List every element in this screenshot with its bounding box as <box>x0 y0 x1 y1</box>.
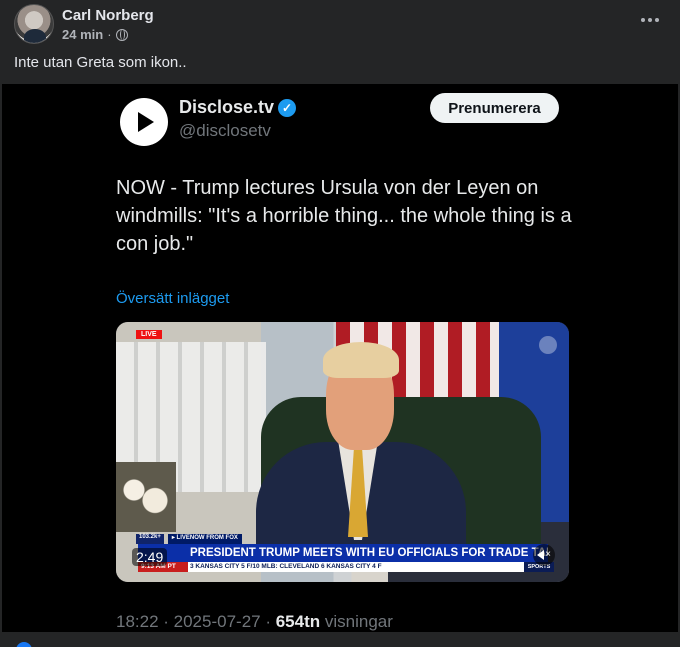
more-options-button[interactable] <box>638 12 662 28</box>
subscribe-button[interactable]: Prenumerera <box>430 93 559 123</box>
reactions-bar <box>0 632 680 647</box>
mute-icon[interactable] <box>533 544 555 566</box>
source-badge: ▸ LIVENOW FROM FOX <box>167 534 242 544</box>
post-meta: 24 min · <box>62 27 128 42</box>
translate-link[interactable]: Översätt inlägget <box>116 290 229 307</box>
video-hair <box>323 342 399 378</box>
embedded-tweet[interactable]: Disclose.tv ✓ @disclosetv Prenumerera NO… <box>2 84 678 632</box>
post-header: Carl Norberg 24 min · <box>14 4 670 46</box>
post-time[interactable]: 24 min <box>62 27 103 42</box>
news-headline: PRESIDENT TRUMP MEETS WITH EU OFFICIALS … <box>138 544 548 562</box>
video-watermark-icon <box>539 336 557 354</box>
globe-icon[interactable] <box>115 28 128 41</box>
tweet-video[interactable]: LIVE 103.2k+ ▸ LIVENOW FROM FOX PRESIDEN… <box>116 322 569 582</box>
author-name[interactable]: Carl Norberg <box>62 7 154 24</box>
like-reaction-icon[interactable] <box>16 642 32 647</box>
facebook-post: Carl Norberg 24 min · Inte utan Greta so… <box>0 0 680 647</box>
author-avatar[interactable] <box>14 4 54 44</box>
display-name-text: Disclose.tv <box>179 97 275 117</box>
views-count: 654tn <box>275 612 321 631</box>
video-lower-third: 103.2k+ ▸ LIVENOW FROM FOX PRESIDENT TRU… <box>116 532 569 582</box>
post-text: Inte utan Greta som ikon.. <box>14 54 187 71</box>
tweet-meta: 18:22 · 2025-07-27 · 654tn visningar <box>116 612 393 632</box>
lower-third-badges: 103.2k+ ▸ LIVENOW FROM FOX <box>136 534 242 544</box>
tweet-timestamp[interactable]: 18:22 · 2025-07-27 · <box>116 612 276 631</box>
meta-separator: · <box>107 27 112 42</box>
video-duration: 2:49 <box>132 548 168 566</box>
tweet-handle[interactable]: @disclosetv <box>179 121 271 141</box>
tweet-text: NOW - Trump lectures Ursula von der Leye… <box>116 177 572 255</box>
verified-badge-icon: ✓ <box>278 98 297 117</box>
news-ticker: 3 KANSAS CITY 5 F/10 MLB: CLEVELAND 6 KA… <box>138 562 548 572</box>
views-label: visningar <box>320 612 393 631</box>
disclose-tv-logo-icon[interactable] <box>120 98 168 146</box>
video-flowers <box>116 462 176 532</box>
more-horizontal-icon <box>641 18 645 22</box>
views-badge: 103.2k+ <box>136 534 164 544</box>
live-badge: LIVE <box>136 330 162 339</box>
tweet-display-name[interactable]: Disclose.tv ✓ <box>179 97 297 118</box>
